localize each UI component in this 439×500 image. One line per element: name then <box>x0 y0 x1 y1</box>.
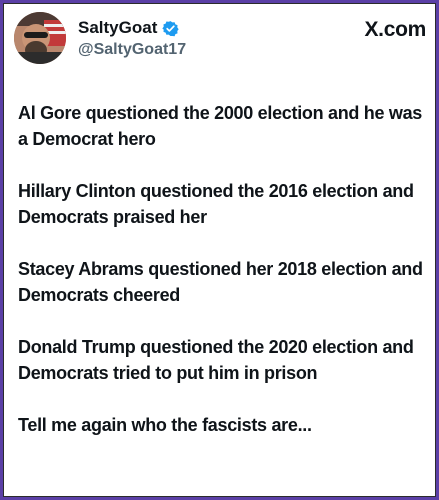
post-card: SaltyGoat @SaltyGoat17 X.com Al Gore que… <box>3 3 436 497</box>
post-paragraph: Donald Trump questioned the 2020 electio… <box>18 337 414 383</box>
avatar[interactable] <box>14 12 66 64</box>
avatar-image <box>14 12 66 64</box>
post-paragraph: Stacey Abrams questioned her 2018 electi… <box>18 259 423 305</box>
post-paragraph: Tell me again who the fascists are... <box>18 415 312 435</box>
display-name-row: SaltyGoat <box>78 18 186 38</box>
post-paragraph: Hillary Clinton questioned the 2016 elec… <box>18 181 414 227</box>
display-name[interactable]: SaltyGoat <box>78 18 157 38</box>
handle[interactable]: @SaltyGoat17 <box>78 41 186 59</box>
profile-names: SaltyGoat @SaltyGoat17 <box>78 18 186 59</box>
post-header: SaltyGoat @SaltyGoat17 X.com <box>14 12 426 72</box>
verified-badge-icon <box>162 20 180 36</box>
post-paragraph: Al Gore questioned the 2000 election and… <box>18 103 423 149</box>
post-text: Al Gore questioned the 2000 election and… <box>18 100 428 464</box>
x-brand-logo: X.com <box>364 18 426 41</box>
